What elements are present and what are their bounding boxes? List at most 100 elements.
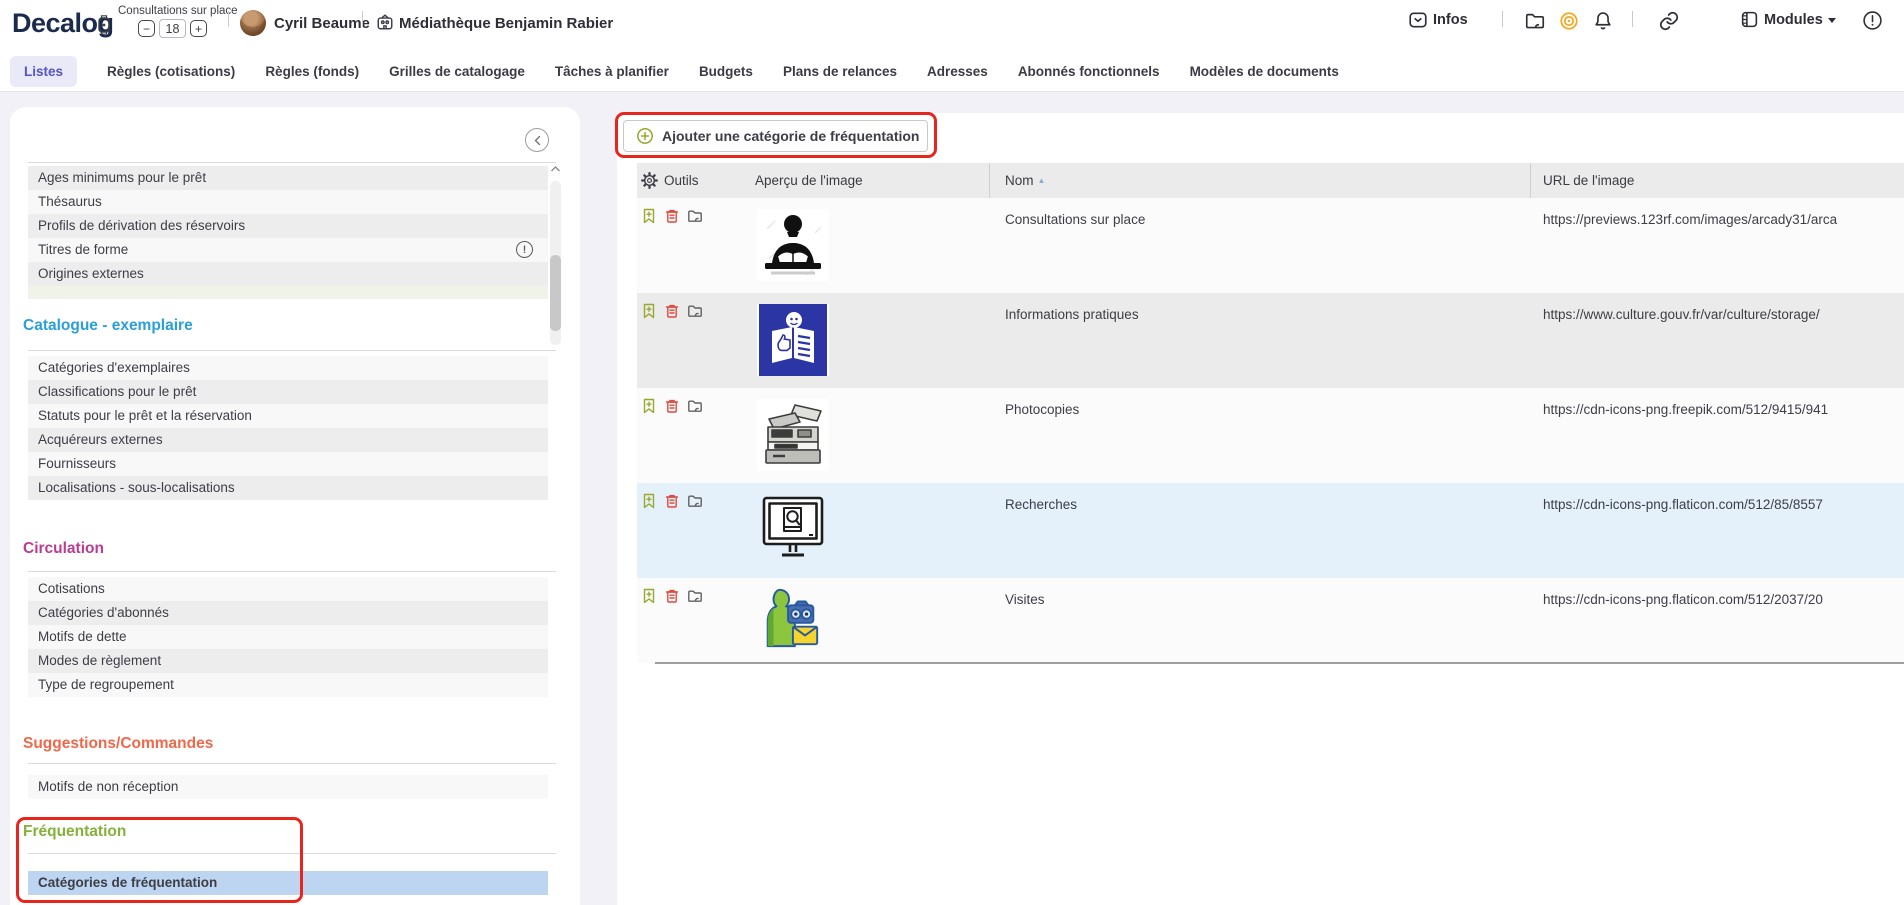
section-title-catalogue-exemplaire: Catalogue - exemplaire — [23, 317, 193, 335]
add-category-button[interactable]: Ajouter une catégorie de fréquentation — [623, 120, 928, 152]
sidebar-item-classifications-pret[interactable]: Classifications pour le prêt — [28, 380, 548, 404]
tab-listes[interactable]: Listes — [10, 56, 77, 87]
bookmark-add-icon[interactable] — [640, 492, 658, 510]
link-icon[interactable] — [1658, 10, 1680, 32]
folder-icon[interactable] — [686, 587, 704, 605]
column-header-apercu[interactable]: Aperçu de l'image — [755, 163, 863, 198]
bookmark-add-icon[interactable] — [640, 302, 658, 320]
folder-icon[interactable] — [686, 492, 704, 510]
user-name: Cyril Beaume — [274, 15, 370, 32]
sidebar-collapse-button[interactable] — [525, 128, 549, 152]
sidebar-item-thesaurus[interactable]: Thésaurus — [28, 190, 548, 214]
category-image-monitor-search — [755, 494, 831, 566]
device-icon[interactable] — [96, 13, 112, 37]
counter-decrement-button[interactable]: − — [138, 20, 155, 37]
sidebar-item-categories-abonnes[interactable]: Catégories d'abonnés — [28, 601, 548, 625]
folder-icon[interactable] — [686, 397, 704, 415]
row-url: https://www.culture.gouv.fr/var/culture/… — [1543, 307, 1820, 322]
sidebar-item-origines-externes[interactable]: Origines externes — [28, 262, 548, 286]
table-row: Consultations sur place https://previews… — [637, 198, 1904, 293]
bookmark-add-icon[interactable] — [640, 207, 658, 225]
section-title-frequentation: Fréquentation — [23, 823, 126, 841]
folder-icon[interactable] — [686, 302, 704, 320]
tab-modeles-documents[interactable]: Modèles de documents — [1190, 64, 1339, 79]
user-avatar[interactable] — [240, 10, 266, 36]
tab-taches-planifier[interactable]: Tâches à planifier — [555, 64, 669, 79]
alert-circle-icon[interactable] — [1862, 10, 1883, 31]
scrollbar-up-icon[interactable] — [550, 165, 561, 173]
tab-abonnes-fonctionnels[interactable]: Abonnés fonctionnels — [1018, 64, 1160, 79]
trash-icon[interactable] — [663, 587, 681, 605]
sidebar-item-type-de-regroupement[interactable]: Type de regroupement — [28, 673, 548, 697]
table-row: Visites https://cdn-icons-png.flaticon.c… — [637, 578, 1904, 663]
inbox-icon — [1408, 10, 1428, 30]
header-divider — [362, 11, 363, 27]
sidebar-item-titres-de-forme[interactable]: Titres de forme — [28, 238, 548, 262]
categories-table: Outils Aperçu de l'image Nom▲ URL de l'i… — [637, 163, 1904, 663]
table-header: Outils Aperçu de l'image Nom▲ URL de l'i… — [637, 163, 1904, 198]
header-divider — [1502, 11, 1503, 27]
sidebar-item-fournisseurs[interactable]: Fournisseurs — [28, 452, 548, 476]
column-header-nom[interactable]: Nom▲ — [1005, 163, 1045, 198]
infos-label: Infos — [1433, 12, 1468, 28]
bell-icon[interactable] — [1592, 10, 1614, 32]
column-header-url[interactable]: URL de l'image — [1543, 163, 1634, 198]
sidebar-item-motifs-de-dette[interactable]: Motifs de dette — [28, 625, 548, 649]
modules-menu[interactable]: Modules — [1740, 10, 1836, 29]
sidebar-item-acquereurs-externes[interactable]: Acquéreurs externes — [28, 428, 548, 452]
main-content: Ajouter une catégorie de fréquentation O… — [617, 113, 1904, 905]
tab-adresses[interactable]: Adresses — [927, 64, 988, 79]
sidebar-item-localisations[interactable]: Localisations - sous-localisations — [28, 476, 548, 500]
bookmark-add-icon[interactable] — [640, 587, 658, 605]
row-tools — [640, 207, 704, 225]
trash-icon[interactable] — [663, 397, 681, 415]
row-tools — [640, 492, 704, 510]
library-building-icon — [376, 13, 394, 31]
row-tools — [640, 302, 704, 320]
sidebar-scrollbar-thumb[interactable] — [550, 255, 561, 331]
category-image-person-reading — [755, 209, 831, 281]
counter-input[interactable] — [159, 19, 186, 38]
folder-icon[interactable] — [686, 207, 704, 225]
trash-icon[interactable] — [663, 207, 681, 225]
column-divider — [1530, 163, 1531, 198]
header-divider — [228, 11, 229, 27]
library-name: Médiathèque Benjamin Rabier — [399, 15, 613, 32]
sidebar-item-categories-frequentation[interactable]: Catégories de fréquentation — [28, 871, 548, 895]
row-name: Consultations sur place — [1005, 212, 1145, 227]
sidebar-item-ages-minimums[interactable]: Ages minimums pour le prêt — [28, 166, 548, 190]
tab-regles-cotisations[interactable]: Règles (cotisations) — [107, 64, 235, 79]
sidebar-item-statuts-pret-reservation[interactable]: Statuts pour le prêt et la réservation — [28, 404, 548, 428]
counter-increment-button[interactable]: + — [190, 20, 207, 37]
broadcast-icon[interactable] — [1558, 10, 1580, 32]
chevron-down-icon — [1828, 18, 1836, 23]
tab-grilles-catalogage[interactable]: Grilles de catalogage — [389, 64, 525, 79]
trash-icon[interactable] — [663, 492, 681, 510]
tab-budgets[interactable]: Budgets — [699, 64, 753, 79]
add-category-label: Ajouter une catégorie de fréquentation — [662, 128, 919, 144]
trash-icon[interactable] — [663, 302, 681, 320]
row-url: https://cdn-icons-png.flaticon.com/512/8… — [1543, 497, 1823, 512]
documents-folder-icon[interactable] — [1524, 10, 1546, 32]
row-name: Photocopies — [1005, 402, 1079, 417]
sidebar-item-cotisations[interactable]: Cotisations — [28, 577, 548, 601]
gear-icon — [640, 171, 659, 190]
divider — [28, 162, 556, 163]
row-url: https://cdn-icons-png.freepik.com/512/94… — [1543, 402, 1828, 417]
sidebar-item-categories-exemplaires[interactable]: Catégories d'exemplaires — [28, 356, 548, 380]
tab-plans-relances[interactable]: Plans de relances — [783, 64, 897, 79]
chevron-left-icon — [533, 135, 542, 146]
column-header-outils[interactable]: Outils — [664, 163, 699, 198]
tab-regles-fonds[interactable]: Règles (fonds) — [265, 64, 359, 79]
bookmark-add-icon[interactable] — [640, 397, 658, 415]
partial-list-row — [28, 286, 548, 299]
counter-label: Consultations sur place — [118, 5, 232, 17]
table-row: Photocopies https://cdn-icons-png.freepi… — [637, 388, 1904, 483]
modules-label: Modules — [1764, 12, 1823, 28]
sidebar-item-profils-derivation[interactable]: Profils de dérivation des réservoirs — [28, 214, 548, 238]
row-url: https://previews.123rf.com/images/arcady… — [1543, 212, 1837, 227]
sidebar-item-modes-de-reglement[interactable]: Modes de règlement — [28, 649, 548, 673]
infos-button[interactable]: Infos — [1408, 10, 1468, 30]
row-name: Recherches — [1005, 497, 1077, 512]
sidebar-item-motifs-non-reception[interactable]: Motifs de non réception — [28, 775, 548, 799]
